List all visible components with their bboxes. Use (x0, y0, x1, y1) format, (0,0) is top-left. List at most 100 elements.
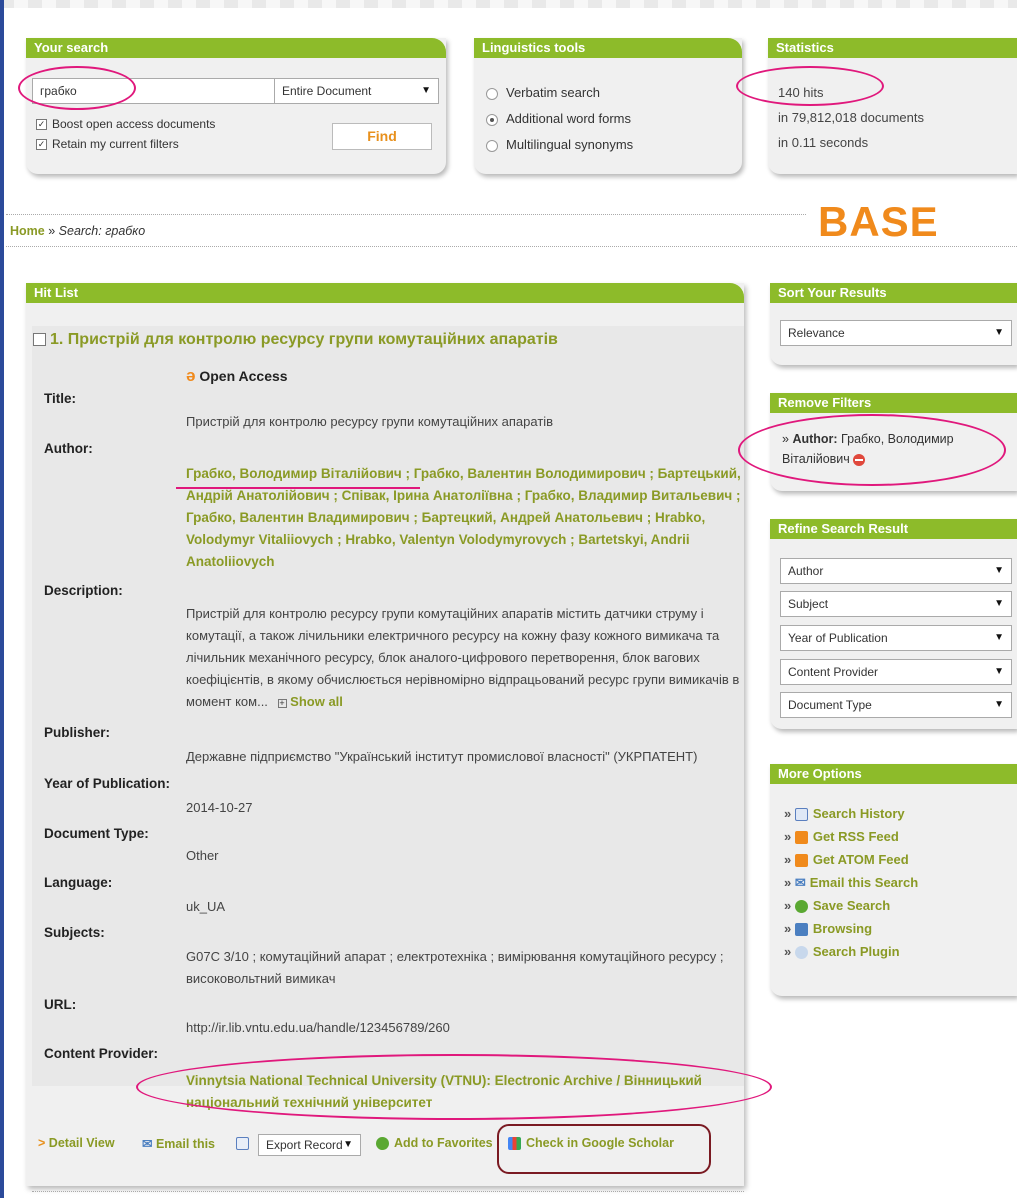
value-subjects: G07C 3/10 ; комутаційний апарат ; електр… (186, 949, 724, 986)
breadcrumb-separator: » (48, 224, 56, 238)
show-all-link[interactable]: Show all (290, 694, 343, 709)
radio-selected-icon[interactable] (486, 113, 498, 126)
email-link[interactable]: ✉ Email this (142, 1136, 215, 1151)
boost-option[interactable]: ✓ Boost open access documents (36, 117, 215, 131)
author-link[interactable]: Бартецкий, Андрей Анатольевич (422, 510, 643, 525)
label-publisher: Publisher: (44, 725, 111, 740)
divider (6, 246, 1017, 247)
more-options-list: » Search History » Get RSS Feed » Get AT… (784, 802, 1014, 963)
highlight-underline (176, 487, 420, 489)
refine-subject-select[interactable]: Subject ▼ (780, 591, 1012, 617)
search-panel-title: Your search (26, 38, 446, 58)
result-title-text[interactable]: 1. Пристрій для контролю ресурсу групи к… (50, 331, 558, 348)
remove-filters-title: Remove Filters (770, 393, 1017, 413)
checkbox-checked-icon[interactable]: ✓ (36, 139, 47, 151)
chevron-right-icon: > (38, 1136, 46, 1150)
author-link[interactable]: Грабко, Володимир Віталійович (186, 466, 402, 481)
browsing-link[interactable]: » Browsing (784, 917, 1014, 940)
label-url: URL: (44, 997, 77, 1012)
refine-provider-select[interactable]: Content Provider ▼ (780, 659, 1012, 685)
open-access-label: Open Access (199, 368, 288, 384)
author-link[interactable]: Співак, Ірина Анатоліївна (342, 488, 513, 503)
chevron-down-icon: ▼ (994, 632, 1004, 643)
checkbox-checked-icon[interactable]: ✓ (36, 119, 47, 131)
add-favorites-link[interactable]: Add to Favorites (376, 1136, 493, 1151)
label-description: Description: (44, 583, 123, 598)
author-link[interactable]: Hrabko, Valentyn Volodymyrovych (345, 532, 566, 547)
export-select[interactable]: Export Record ▼ (258, 1134, 361, 1156)
radio-icon[interactable] (486, 87, 498, 100)
detail-view-link[interactable]: > Detail View (38, 1136, 115, 1150)
scope-select[interactable]: Entire Document ▼ (274, 78, 439, 104)
plus-icon[interactable]: + (277, 699, 287, 708)
export-icon (236, 1137, 249, 1151)
open-access-badge: ə Open Access (186, 366, 288, 386)
author-list: Грабко, Володимир Віталійович ; Грабко, … (186, 466, 741, 569)
open-access-icon: ə (186, 366, 196, 385)
value-doctype: Other (186, 848, 219, 863)
save-search-link[interactable]: » Save Search (784, 894, 1014, 917)
option-label: Get RSS Feed (812, 829, 899, 844)
label-language: Language: (44, 875, 113, 890)
docs-count: in 79,812,018 documents (778, 110, 924, 125)
base-logo[interactable]: BASE (818, 198, 939, 246)
highlight-oval-hits (736, 66, 884, 106)
result-title[interactable]: 1. Пристрій для контролю ресурсу групи к… (33, 331, 558, 349)
author-link[interactable]: Грабко, Валентин Володимирович (414, 466, 646, 481)
refine-year-select[interactable]: Year of Publication ▼ (780, 625, 1012, 651)
more-options-title: More Options (770, 764, 1017, 784)
atom-feed-link[interactable]: » Get ATOM Feed (784, 848, 1014, 871)
scope-value: Entire Document (282, 84, 372, 98)
search-history-link[interactable]: » Search History (784, 802, 1014, 825)
value-year: 2014-10-27 (186, 800, 253, 815)
option-synonyms[interactable]: Multilingual synonyms (486, 132, 633, 158)
value-url[interactable]: http://ir.lib.vntu.edu.ua/handle/1234567… (186, 1017, 742, 1039)
select-checkbox[interactable] (33, 333, 46, 347)
search-plugin-link[interactable]: » Search Plugin (784, 940, 1014, 963)
rss-icon (794, 854, 808, 868)
option-verbatim[interactable]: Verbatim search (486, 80, 633, 106)
divider (6, 214, 806, 215)
refine-panel: Refine Search Result Author ▼ Subject ▼ Ye… (770, 519, 1017, 729)
option-word-forms[interactable]: Additional word forms (486, 106, 633, 132)
email-search-link[interactable]: » ✉ Email this Search (784, 871, 1014, 894)
label-doctype: Document Type: (44, 826, 149, 841)
highlight-oval-filter (738, 414, 1006, 486)
hitlist-title: Hit List (26, 283, 744, 303)
refine-label: Year of Publication (788, 631, 888, 645)
top-decoration (0, 0, 1017, 8)
chevron-down-icon: ▼ (994, 327, 1004, 338)
option-label: Multilingual synonyms (506, 137, 634, 152)
find-button[interactable]: Find (332, 123, 432, 150)
left-border (0, 0, 4, 1198)
boost-label: Boost open access documents (52, 117, 216, 131)
search-time: in 0.11 seconds (778, 135, 869, 150)
author-link[interactable]: Грабко, Владимир Витальевич (525, 488, 733, 503)
sort-select[interactable]: Relevance ▼ (780, 320, 1012, 346)
refine-label: Author (788, 564, 824, 578)
sort-panel: Sort Your Results Relevance ▼ (770, 283, 1017, 365)
chevron-down-icon: ▼ (343, 1139, 353, 1150)
export-control (236, 1136, 254, 1151)
refine-author-select[interactable]: Author ▼ (780, 558, 1012, 584)
label-author: Author: (44, 441, 93, 456)
divider (32, 1191, 744, 1192)
option-label: Search History (812, 806, 905, 821)
author-link[interactable]: Грабко, Валентин Владимирович (186, 510, 410, 525)
rss-feed-link[interactable]: » Get RSS Feed (784, 825, 1014, 848)
linguistics-options: Verbatim search Additional word forms Mu… (486, 80, 633, 158)
refine-doctype-select[interactable]: Document Type ▼ (780, 692, 1012, 718)
label-year: Year of Publication: (44, 776, 171, 791)
radio-icon[interactable] (486, 139, 498, 152)
scholar-highlight-box (497, 1124, 711, 1174)
envelope-icon: ✉ (142, 1137, 153, 1151)
more-options-panel: More Options » Search History » Get RSS … (770, 764, 1017, 996)
label-subjects: Subjects: (44, 925, 105, 940)
breadcrumb-home[interactable]: Home (10, 224, 45, 238)
option-label: Verbatim search (506, 85, 600, 100)
retain-option[interactable]: ✓ Retain my current filters (36, 137, 179, 151)
breadcrumb-current: Search: грабко (58, 224, 146, 238)
label-provider: Content Provider: (44, 1046, 159, 1061)
value-description: Пристрій для контролю ресурсу групи кому… (186, 603, 742, 713)
chevron-down-icon: ▼ (994, 666, 1004, 677)
